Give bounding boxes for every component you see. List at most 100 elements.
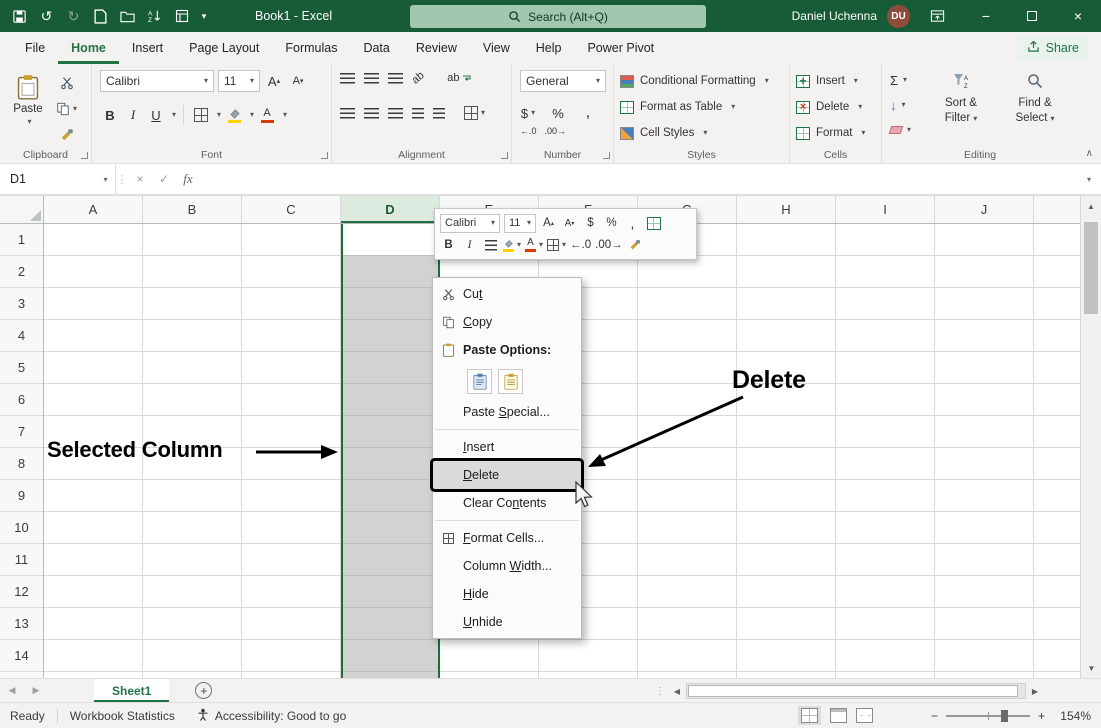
number-dialog-launcher[interactable] [603,152,610,159]
cancel-button[interactable]: × [128,164,152,194]
number-format-combo[interactable]: General▾ [520,70,606,92]
conditional-formatting-button[interactable]: Conditional Formatting▾ [620,70,769,92]
sheet-nav-right-icon[interactable]: ▶ [24,679,48,702]
mini-percent-button[interactable]: % [603,213,620,233]
mini-bold-button[interactable]: B [440,235,457,255]
collapse-ribbon-icon[interactable]: ∧ [1086,148,1093,159]
copy-button[interactable]: ▾ [56,98,77,120]
clipboard-dialog-launcher[interactable] [81,152,88,159]
sheetbar-drag-handle[interactable]: ⋮ [655,679,665,703]
hscroll-right-icon[interactable]: ▶ [1026,679,1044,703]
insert-cells-button[interactable]: +Insert▾ [796,70,858,92]
sort-az-icon[interactable]: AZ [141,5,168,27]
mini-currency-button[interactable]: $ [582,213,599,233]
delete-cells-button[interactable]: ×Delete▾ [796,96,862,118]
fill-button[interactable]: ↓▾ [890,95,911,115]
context-menu-format-cells[interactable]: Format Cells... [433,524,581,552]
row-header[interactable]: 13 [0,608,43,640]
context-menu-delete[interactable]: Delete [433,461,581,489]
context-menu-copy[interactable]: Copy [433,308,581,336]
maximize-button[interactable] [1009,0,1055,32]
column-header-i[interactable]: I [836,196,935,223]
decrease-decimal-button[interactable]: .00→ [545,126,567,136]
clear-button[interactable]: ▾ [890,120,911,140]
page-layout-view-button[interactable] [830,708,847,723]
sort-filter-button[interactable]: AZ Sort & Filter▾ [930,72,992,127]
horizontal-scrollbar[interactable] [686,683,1026,699]
horizontal-scroll-thumb[interactable] [688,685,1018,697]
save-icon[interactable] [6,5,33,27]
cut-button[interactable] [56,72,77,94]
font-color-button[interactable]: A [257,104,277,126]
font-dialog-launcher[interactable] [321,152,328,159]
qat-customize-chevron-icon[interactable]: ▾ [195,5,213,27]
row-header[interactable]: 1 [0,224,43,256]
row-header[interactable]: 5 [0,352,43,384]
column-header-a[interactable]: A [44,196,143,223]
insert-function-button[interactable]: fx [176,164,200,194]
mini-font-color-button[interactable]: A▾ [525,235,543,255]
cell-styles-button[interactable]: Cell Styles▾ [620,122,707,144]
tab-page-layout[interactable]: Page Layout [176,32,272,64]
context-menu-cut[interactable]: Cut [433,280,581,308]
hscroll-left-icon[interactable]: ◀ [668,679,686,703]
align-bottom-icon[interactable] [388,73,403,84]
font-size-combo[interactable]: 11▾ [218,70,260,92]
alignment-dialog-launcher[interactable] [501,152,508,159]
context-menu-paste-special[interactable]: Paste Special... [433,398,581,426]
minimize-button[interactable]: − [963,0,1009,32]
paste-values-button[interactable] [498,369,523,394]
tab-formulas[interactable]: Formulas [272,32,350,64]
bold-button[interactable]: B [100,104,120,126]
context-menu-unhide[interactable]: Unhide [433,608,581,636]
align-center-icon[interactable] [364,108,379,119]
column-header-d-selected[interactable]: D [341,196,440,223]
name-box-chevron-icon[interactable]: ▾ [96,164,116,194]
share-button[interactable]: Share [1017,36,1089,60]
open-folder-icon[interactable] [114,5,141,27]
tab-review[interactable]: Review [403,32,470,64]
select-all-corner[interactable] [0,196,44,224]
row-header[interactable]: 3 [0,288,43,320]
normal-view-button[interactable] [798,706,821,725]
column-header-b[interactable]: B [143,196,242,223]
column-header-j[interactable]: J [935,196,1034,223]
tab-insert[interactable]: Insert [119,32,176,64]
sheet-nav-left-icon[interactable]: ◀ [0,679,24,702]
active-cell-d1[interactable] [343,224,438,255]
redo-icon[interactable]: ↻ [60,5,87,27]
tab-power-pivot[interactable]: Power Pivot [574,32,667,64]
name-box[interactable]: D1 [0,164,96,194]
mini-font-size-combo[interactable]: 11▾ [504,214,536,233]
undo-icon[interactable]: ↺ [33,5,60,27]
italic-button[interactable]: I [123,104,143,126]
tab-help[interactable]: Help [523,32,575,64]
formula-bar-drag-handle[interactable]: ⋮ [116,173,128,186]
row-header[interactable]: 7 [0,416,43,448]
grow-font-button[interactable]: A▴ [264,70,284,92]
increase-decimal-button[interactable]: ←.0 [520,126,537,136]
row-header[interactable]: 6 [0,384,43,416]
accessibility-status[interactable]: Accessibility: Good to go [197,708,346,724]
fill-color-button[interactable] [224,104,244,126]
scroll-down-icon[interactable]: ▼ [1081,658,1101,678]
row-header[interactable]: 9 [0,480,43,512]
context-menu-clear-contents[interactable]: Clear Contents [433,489,581,517]
mini-shrink-font-button[interactable]: A▾ [561,213,578,233]
mini-increase-decimal-button[interactable]: ←.0 [570,235,591,255]
underline-button[interactable]: U [146,104,166,126]
autosum-button[interactable]: Σ▾ [890,70,911,90]
vertical-scroll-thumb[interactable] [1084,222,1098,314]
row-header[interactable]: 4 [0,320,43,352]
context-menu-column-width[interactable]: Column Width... [433,552,581,580]
mini-font-name-combo[interactable]: Calibri▾ [440,214,500,233]
mini-borders-button[interactable]: ▾ [547,235,566,255]
row-header[interactable]: 11 [0,544,43,576]
enter-button[interactable]: ✓ [152,164,176,194]
zoom-percentage[interactable]: 154% [1053,709,1091,723]
page-break-view-button[interactable] [856,708,873,723]
mini-comma-button[interactable]: , [624,213,641,233]
format-as-table-button[interactable]: Format as Table▾ [620,96,735,118]
zoom-slider-thumb[interactable] [1001,710,1008,722]
zoom-slider[interactable] [946,715,1030,717]
